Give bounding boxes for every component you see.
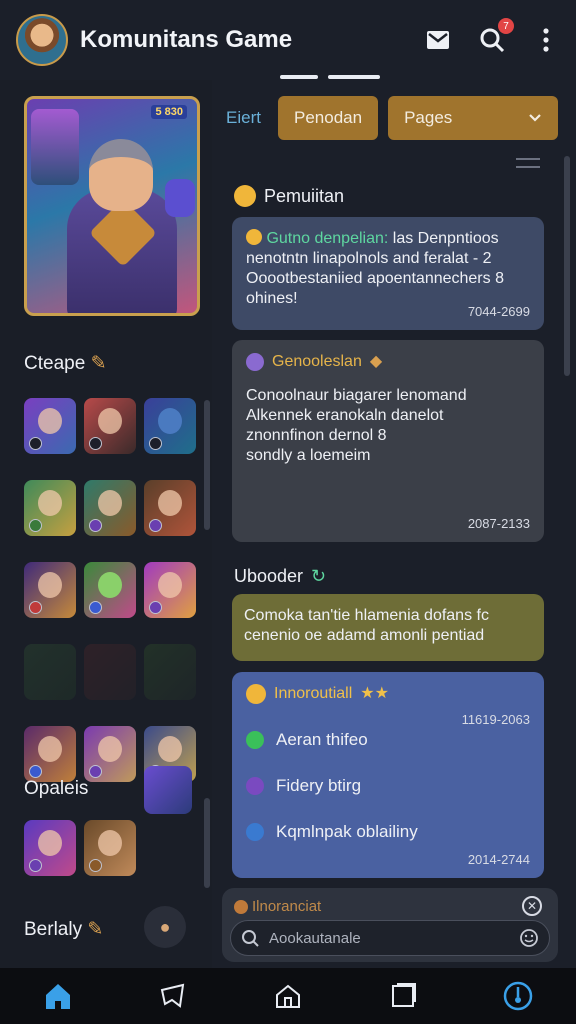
hero-grid-2 (24, 820, 196, 876)
poll-option[interactable]: Fidery btirg (246, 776, 530, 796)
hero-grid-1 (24, 398, 196, 782)
comment-input-box (230, 920, 550, 956)
timestamp: 7044-2699 (467, 304, 530, 319)
hero-tile[interactable] (84, 820, 136, 876)
feed-scrollbar[interactable] (564, 156, 570, 376)
more-menu-button[interactable] (532, 26, 560, 54)
hero-tile[interactable] (144, 480, 196, 536)
hero-tile[interactable] (24, 398, 76, 454)
mini-hero-image (31, 109, 79, 185)
hero-tile-locked (24, 644, 76, 700)
notification-badge: 7 (498, 18, 514, 34)
square-stack-icon (392, 983, 417, 1007)
nav-power[interactable] (498, 976, 538, 1016)
refresh-icon: ↻ (311, 566, 327, 586)
hero-tile[interactable] (144, 562, 196, 618)
emoji-icon[interactable] (519, 928, 539, 948)
comment-input[interactable] (269, 929, 509, 947)
main-feed: Eiert Penodan Pages Pemuiitan Gutno denp… (212, 80, 576, 968)
dropdown-label: Pages (404, 108, 453, 127)
hero-avatar-small[interactable]: ● (144, 906, 186, 948)
top-bar: Komunitans Game 7 (0, 0, 576, 80)
home-icon (45, 984, 70, 1009)
bottom-navigation (0, 968, 576, 1024)
section-heading-berlaly: Berlaly ✎ (24, 919, 104, 940)
house-icon (275, 984, 300, 1008)
avatar-icon (246, 353, 264, 371)
hero-tile-locked (84, 644, 136, 700)
poll-option[interactable]: Kqmlnpak oblailiny (246, 822, 530, 842)
smile-icon (234, 185, 256, 207)
header-actions: 7 (424, 18, 560, 54)
section-heading-cteape: Cteape ✎ (24, 353, 107, 374)
check-icon (246, 731, 264, 749)
filter-row: Eiert Penodan Pages (226, 96, 559, 140)
hero-tile[interactable] (84, 726, 136, 782)
smile-icon (246, 684, 266, 704)
composer-label: Ilnoranciat (252, 898, 322, 915)
power-icon (504, 981, 533, 1011)
nav-home[interactable] (268, 976, 308, 1016)
timestamp: 2087-2133 (467, 516, 530, 531)
user-dot-icon (234, 900, 248, 914)
close-icon[interactable]: ✕ (522, 896, 542, 916)
timestamp: 2014-2744 (467, 852, 530, 867)
nav-mail[interactable] (153, 976, 193, 1016)
avatar[interactable] (16, 14, 68, 66)
search-icon (242, 930, 259, 947)
hero-tile[interactable] (144, 398, 196, 454)
filter-chip-penodan[interactable]: Penodan (278, 96, 379, 140)
timestamp: 11619-2063 (461, 712, 530, 727)
hero-tile[interactable] (24, 480, 76, 536)
section-title-ubooder: Ubooder ↻ (234, 566, 327, 586)
featured-hero-card[interactable]: 5 830 (24, 96, 200, 316)
hero-tile[interactable] (84, 398, 136, 454)
filter-dropdown-pages[interactable]: Pages (388, 96, 559, 140)
more-vertical-icon (543, 28, 549, 52)
chevron-down-icon (529, 114, 541, 122)
mail-button[interactable] (424, 26, 452, 54)
section-title-pemuiitan: Pemuiitan (234, 185, 344, 207)
message-card[interactable]: Gutno denpelian: las Denpntioos nenotntn… (232, 217, 544, 330)
mail-icon (427, 31, 449, 49)
sidebar: 5 830 Cteape ✎ Opaleis Berlaly ✎ ● (0, 80, 212, 968)
search-button[interactable]: 7 (478, 18, 514, 54)
nav-library[interactable] (383, 976, 423, 1016)
section-heading-opaleis: Opaleis (24, 778, 89, 799)
filter-label: Eiert (226, 108, 261, 127)
hero-tile[interactable] (84, 562, 136, 618)
hero-fist-image (165, 179, 195, 217)
paper-plane-icon (160, 983, 184, 1008)
level-badge: 5 830 (151, 105, 187, 119)
sidebar-scrollbar-lower[interactable] (204, 798, 210, 888)
hero-tile[interactable] (24, 562, 76, 618)
smile-icon (246, 229, 262, 245)
gem-icon: ◆ (369, 353, 383, 370)
message-card-highlight[interactable]: Comoka tan'tie hlamenia dofans fc ceneni… (232, 594, 544, 661)
comment-composer: Ilnoranciat ✕ (222, 888, 558, 962)
hero-head-image (89, 139, 153, 211)
heart-icon (246, 823, 264, 841)
poll-option[interactable]: Aeran thifeo (246, 730, 530, 750)
message-card[interactable]: Genooleslan ◆ Conoolnaur biagarer lenoma… (232, 340, 544, 542)
app-root: Komunitans Game 7 5 830 Cteape ✎ Opaleis… (0, 0, 576, 1024)
poll-card[interactable]: Innoroutiall ★★ 11619-2063 Aeran thifeo … (232, 672, 544, 878)
hero-tile[interactable] (84, 480, 136, 536)
hero-tile[interactable] (24, 820, 76, 876)
heart-icon (246, 777, 264, 795)
list-menu-icon[interactable] (516, 158, 540, 168)
app-title: Komunitans Game (80, 26, 293, 53)
sidebar-scrollbar[interactable] (204, 400, 210, 530)
page-indicator (280, 75, 380, 79)
star-icon: ★★ (360, 685, 389, 702)
hero-tile-locked (144, 644, 196, 700)
hero-tile-featured-small[interactable] (144, 766, 192, 814)
hero-tile[interactable] (24, 726, 76, 782)
nav-home-active[interactable] (38, 976, 78, 1016)
